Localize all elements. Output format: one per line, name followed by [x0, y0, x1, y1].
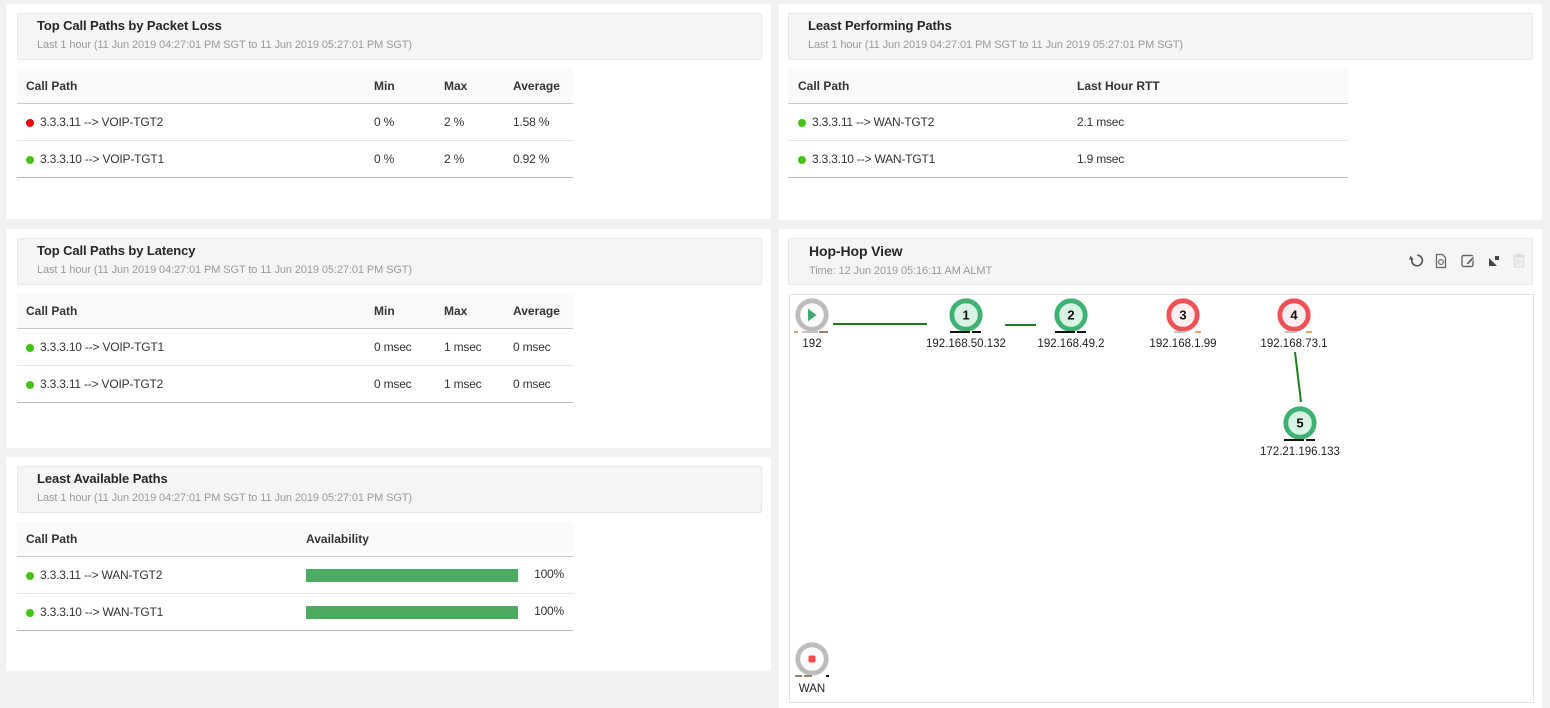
svg-text:192.168.50.132: 192.168.50.132 [926, 338, 1006, 350]
svg-text:192.168.49.2: 192.168.49.2 [1037, 338, 1104, 350]
svg-text:172.21.196.133: 172.21.196.133 [1260, 446, 1340, 458]
svg-text:192.168.73.1: 192.168.73.1 [1260, 338, 1327, 350]
svg-text:1: 1 [962, 308, 969, 323]
svg-text:4: 4 [1290, 308, 1298, 323]
svg-text:192: 192 [802, 338, 821, 350]
svg-text:5: 5 [1296, 416, 1303, 431]
svg-text:WAN: WAN [799, 683, 825, 695]
svg-text:2: 2 [1067, 308, 1074, 323]
svg-text:192.168.1.99: 192.168.1.99 [1149, 338, 1216, 350]
svg-text:3: 3 [1179, 308, 1186, 323]
